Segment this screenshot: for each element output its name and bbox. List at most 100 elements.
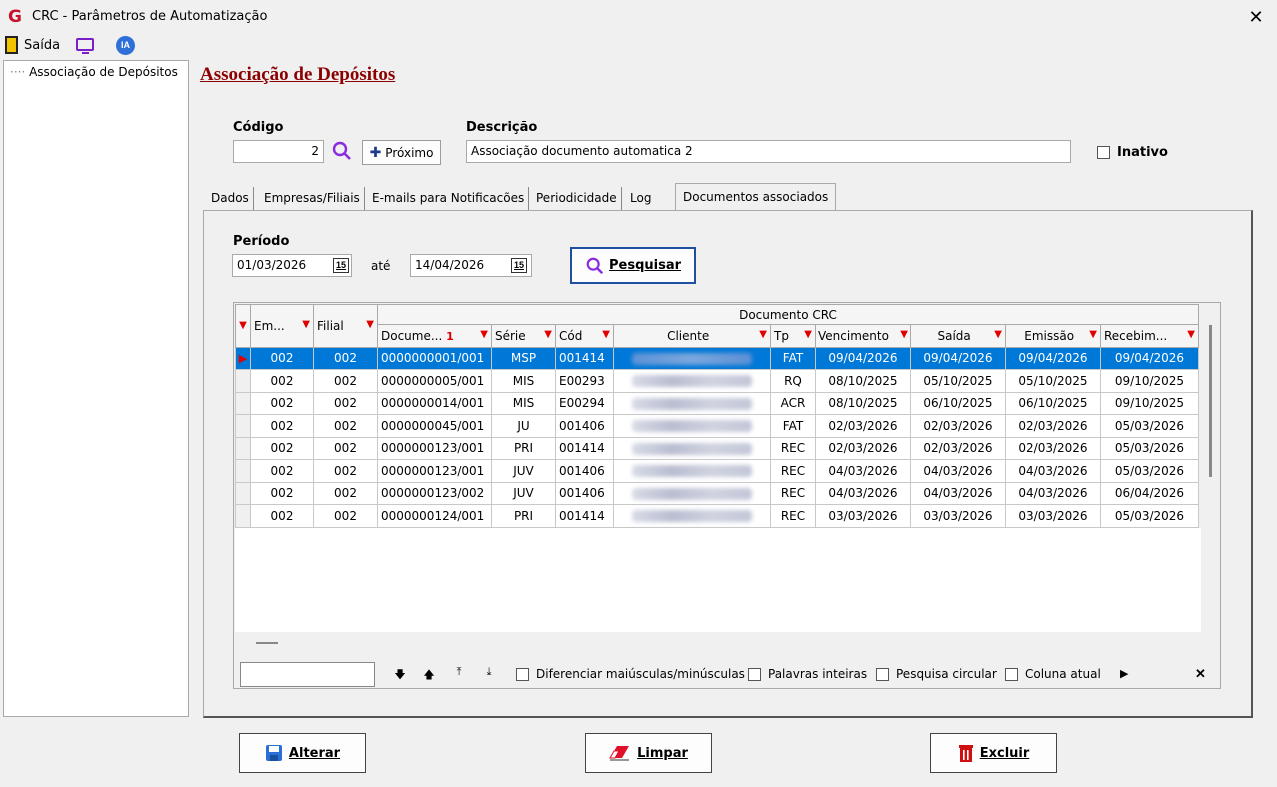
table-cell[interactable] bbox=[613, 504, 771, 528]
table-row[interactable]: 002 002 0000000123/001 JUV 001406 REC 04/03/20… bbox=[235, 459, 1199, 483]
table-cell[interactable]: JUV bbox=[491, 481, 556, 505]
close-search-icon[interactable]: ✕ bbox=[1195, 666, 1206, 682]
table-cell[interactable]: 002 bbox=[313, 414, 378, 438]
more-arrow-icon[interactable]: ▶ bbox=[1120, 667, 1128, 680]
tab-periodicidade[interactable]: Periodicidade bbox=[532, 187, 622, 210]
table-cell[interactable]: 05/03/2026 bbox=[1100, 414, 1199, 438]
row-indicator[interactable] bbox=[235, 481, 251, 505]
table-cell[interactable] bbox=[613, 346, 771, 370]
table-row[interactable]: 002 002 0000000014/001 MIS E00294 ACR 08/10/20… bbox=[235, 391, 1199, 415]
table-cell[interactable]: 02/03/2026 bbox=[815, 414, 911, 438]
alterar-button[interactable]: Alterar bbox=[239, 733, 366, 773]
filter-icon[interactable]: ▼ bbox=[480, 329, 488, 340]
table-cell[interactable]: RQ bbox=[770, 369, 816, 393]
table-cell[interactable]: PRI bbox=[491, 436, 556, 460]
col-saida[interactable]: Saída ▼ bbox=[910, 324, 1006, 348]
table-cell[interactable]: 0000000123/001 bbox=[377, 436, 492, 460]
table-row[interactable]: ▶ 002 002 0000000001/001 MSP 001414 FAT 09/04/2… bbox=[235, 346, 1199, 370]
table-cell[interactable]: 002 bbox=[313, 346, 378, 370]
filter-icon[interactable]: ▼ bbox=[366, 319, 374, 330]
table-cell[interactable]: 05/10/2025 bbox=[1005, 369, 1101, 393]
row-indicator[interactable]: ▶ bbox=[235, 346, 251, 370]
tab-emails[interactable]: E-mails para Notificacões bbox=[368, 187, 530, 210]
table-cell[interactable]: 0000000045/001 bbox=[377, 414, 492, 438]
table-cell[interactable]: 002 bbox=[250, 391, 314, 415]
table-cell[interactable]: 05/03/2026 bbox=[1100, 459, 1199, 483]
table-cell[interactable]: 04/03/2026 bbox=[1005, 481, 1101, 505]
table-cell[interactable] bbox=[613, 459, 771, 483]
table-cell[interactable]: REC bbox=[770, 481, 816, 505]
table-cell[interactable]: REC bbox=[770, 436, 816, 460]
row-indicator[interactable] bbox=[235, 414, 251, 438]
table-cell[interactable]: PRI bbox=[491, 504, 556, 528]
table-cell[interactable]: 04/03/2026 bbox=[910, 481, 1006, 505]
monitor-icon[interactable] bbox=[76, 38, 94, 54]
table-cell[interactable]: 04/03/2026 bbox=[1005, 459, 1101, 483]
filter-icon[interactable]: ▼ bbox=[1089, 329, 1097, 340]
horizontal-scrollbar[interactable] bbox=[256, 642, 278, 644]
row-indicator[interactable] bbox=[235, 369, 251, 393]
arrow-first-icon[interactable]: ⤒ bbox=[452, 666, 466, 679]
circular-checkbox[interactable] bbox=[876, 668, 889, 681]
calendar-icon[interactable]: 15 bbox=[333, 258, 349, 273]
table-cell[interactable]: 002 bbox=[250, 436, 314, 460]
table-cell[interactable]: 002 bbox=[250, 369, 314, 393]
table-cell[interactable]: FAT bbox=[770, 346, 816, 370]
table-cell[interactable]: 02/03/2026 bbox=[1005, 414, 1101, 438]
table-cell[interactable]: 002 bbox=[250, 414, 314, 438]
row-indicator[interactable] bbox=[235, 391, 251, 415]
limpar-button[interactable]: Limpar bbox=[585, 733, 712, 773]
table-cell[interactable]: 002 bbox=[313, 504, 378, 528]
filter-icon[interactable]: ▼ bbox=[544, 329, 552, 340]
col-cliente[interactable]: Cliente ▼ bbox=[613, 324, 771, 348]
table-cell[interactable]: 002 bbox=[250, 481, 314, 505]
table-cell[interactable]: 0000000123/001 bbox=[377, 459, 492, 483]
close-icon[interactable]: ✕ bbox=[1244, 5, 1268, 29]
table-cell[interactable]: 05/03/2026 bbox=[1100, 504, 1199, 528]
col-documento[interactable]: Docume... 1 ▼ bbox=[377, 324, 492, 348]
table-cell[interactable]: 05/10/2025 bbox=[910, 369, 1006, 393]
tree-item-associacao[interactable]: ···· Associação de Depósitos bbox=[10, 65, 178, 79]
tab-empresas-filiais[interactable]: Empresas/Filiais bbox=[260, 187, 365, 210]
table-cell[interactable]: E00293 bbox=[555, 369, 614, 393]
table-cell[interactable]: 001406 bbox=[555, 481, 614, 505]
col-empresa[interactable]: Em... ▼ bbox=[250, 304, 314, 348]
filter-icon[interactable]: ▼ bbox=[759, 329, 767, 340]
table-cell[interactable]: 002 bbox=[313, 436, 378, 460]
arrow-down-icon[interactable]: 🡇 bbox=[393, 666, 407, 685]
table-cell[interactable]: 04/03/2026 bbox=[815, 481, 911, 505]
table-cell[interactable]: 03/03/2026 bbox=[815, 504, 911, 528]
table-cell[interactable]: 002 bbox=[313, 391, 378, 415]
col-cod[interactable]: Cód ▼ bbox=[555, 324, 614, 348]
tab-log[interactable]: Log bbox=[626, 187, 655, 210]
table-cell[interactable]: 002 bbox=[250, 459, 314, 483]
table-cell[interactable]: 002 bbox=[313, 369, 378, 393]
current-column-checkbox[interactable] bbox=[1005, 668, 1018, 681]
table-cell[interactable]: 08/10/2025 bbox=[815, 369, 911, 393]
table-cell[interactable]: 09/10/2025 bbox=[1100, 369, 1199, 393]
row-indicator[interactable] bbox=[235, 459, 251, 483]
arrow-up-icon[interactable]: 🡅 bbox=[422, 666, 436, 685]
table-cell[interactable]: 0000000014/001 bbox=[377, 391, 492, 415]
table-cell[interactable]: ACR bbox=[770, 391, 816, 415]
row-indicator[interactable] bbox=[235, 504, 251, 528]
table-cell[interactable]: 09/10/2025 bbox=[1100, 391, 1199, 415]
table-row[interactable]: 002 002 0000000045/001 JU 001406 FAT 02/03/202… bbox=[235, 414, 1199, 438]
table-cell[interactable]: 03/03/2026 bbox=[910, 504, 1006, 528]
col-serie[interactable]: Série ▼ bbox=[491, 324, 556, 348]
ia-icon[interactable]: IA bbox=[116, 36, 135, 55]
table-cell[interactable]: JU bbox=[491, 414, 556, 438]
table-cell[interactable]: REC bbox=[770, 459, 816, 483]
case-checkbox[interactable] bbox=[516, 668, 529, 681]
search-icon[interactable] bbox=[331, 140, 353, 162]
pesquisar-button[interactable]: Pesquisar bbox=[570, 247, 696, 284]
table-cell[interactable] bbox=[613, 369, 771, 393]
table-cell[interactable]: 02/03/2026 bbox=[815, 436, 911, 460]
table-cell[interactable] bbox=[613, 391, 771, 415]
table-row[interactable]: 002 002 0000000123/002 JUV 001406 REC 04/03/20… bbox=[235, 481, 1199, 505]
table-cell[interactable]: 02/03/2026 bbox=[910, 414, 1006, 438]
table-cell[interactable]: 09/04/2026 bbox=[1005, 346, 1101, 370]
table-cell[interactable]: MSP bbox=[491, 346, 556, 370]
filter-icon[interactable]: ▼ bbox=[602, 329, 610, 340]
table-cell[interactable]: 001406 bbox=[555, 459, 614, 483]
